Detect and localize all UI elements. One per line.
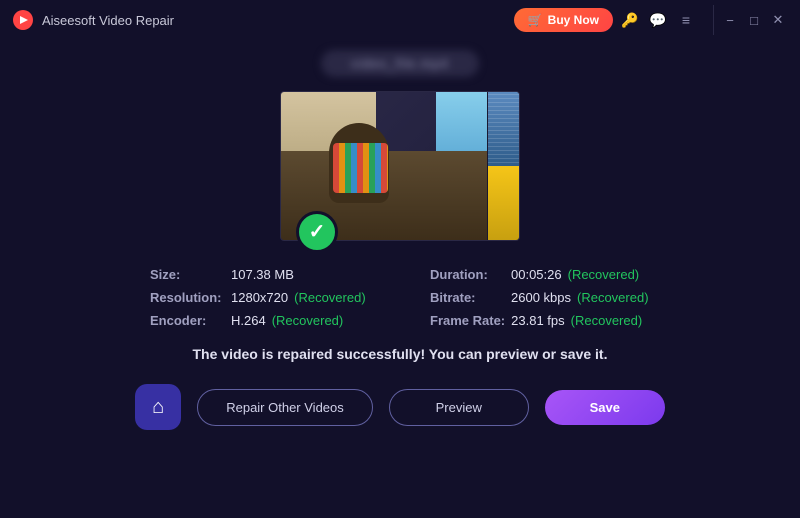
duration-value: 00:05:26 [511,267,562,282]
size-row: Size: 107.38 MB [150,267,370,282]
buy-button[interactable]: 🛒 Buy Now [514,8,613,32]
app-logo [12,9,34,31]
close-button[interactable]: ✕ [768,10,788,30]
scarf-decoration [333,143,388,193]
file-name-bar: video_file.mp4 [321,50,479,77]
preview-button[interactable]: Preview [389,389,529,426]
framerate-value: 23.81 fps [511,313,565,328]
title-bar: Aiseesoft Video Repair 🛒 Buy Now 🔑 💬 ≡ −… [0,0,800,40]
success-badge: ✓ [296,211,338,253]
panel-lines [488,92,519,166]
bitrate-value: 2600 kbps [511,290,571,305]
home-button[interactable]: ⌂ [135,384,181,430]
chat-icon[interactable]: 💬 [647,9,669,31]
encoder-label: Encoder: [150,313,225,328]
home-icon: ⌂ [152,396,164,419]
title-left: Aiseesoft Video Repair [12,9,174,31]
bitrate-row: Bitrate: 2600 kbps (Recovered) [430,290,650,305]
resolution-value: 1280x720 [231,290,288,305]
size-value: 107.38 MB [231,267,294,282]
framerate-row: Frame Rate: 23.81 fps (Recovered) [430,313,650,328]
repair-others-button[interactable]: Repair Other Videos [197,389,373,426]
key-icon[interactable]: 🔑 [619,9,641,31]
menu-icon[interactable]: ≡ [675,9,697,31]
divider [713,5,714,35]
duration-status: (Recovered) [568,267,640,282]
window-controls: − □ ✕ [711,5,788,35]
bitrate-status: (Recovered) [577,290,649,305]
framerate-status: (Recovered) [571,313,643,328]
resolution-status: (Recovered) [294,290,366,305]
title-right: 🛒 Buy Now 🔑 💬 ≡ − □ ✕ [514,5,788,35]
cart-icon: 🛒 [528,13,543,27]
minimize-button[interactable]: − [720,10,740,30]
success-message: The video is repaired successfully! You … [193,346,608,362]
size-label: Size: [150,267,225,282]
main-content: video_file.mp4 ✓ [0,40,800,450]
bitrate-label: Bitrate: [430,290,505,305]
duration-label: Duration: [430,267,505,282]
check-icon: ✓ [309,219,326,244]
resolution-label: Resolution: [150,290,225,305]
resolution-row: Resolution: 1280x720 (Recovered) [150,290,370,305]
encoder-value: H.264 [231,313,266,328]
maximize-button[interactable]: □ [744,10,764,30]
encoder-row: Encoder: H.264 (Recovered) [150,313,370,328]
encoder-status: (Recovered) [272,313,344,328]
action-buttons: ⌂ Repair Other Videos Preview Save [135,384,665,430]
app-title: Aiseesoft Video Repair [42,13,174,28]
framerate-label: Frame Rate: [430,313,505,328]
buy-button-label: Buy Now [548,13,599,27]
info-grid: Size: 107.38 MB Duration: 00:05:26 (Reco… [150,267,650,328]
save-button[interactable]: Save [545,390,665,425]
video-right-panel [487,92,519,240]
duration-row: Duration: 00:05:26 (Recovered) [430,267,650,282]
video-container: ✓ [280,91,520,241]
